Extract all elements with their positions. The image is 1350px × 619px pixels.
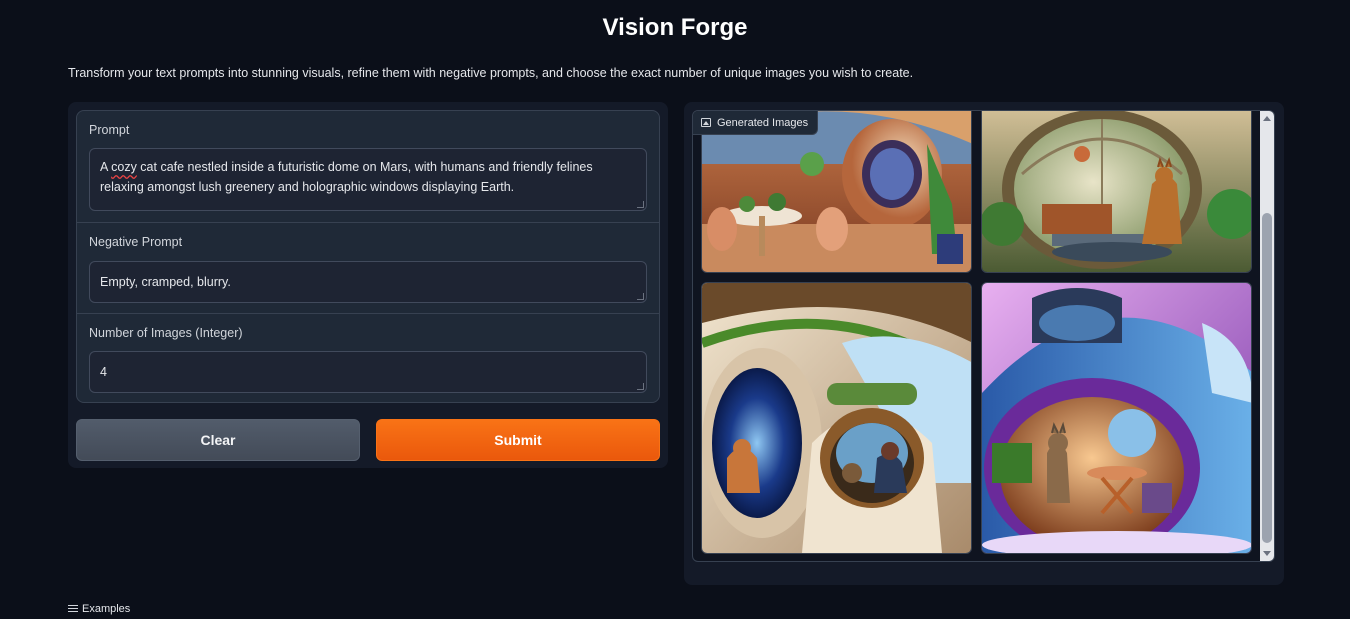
prompt-input[interactable]: A cozy cat cafe nestled inside a futuris… bbox=[89, 148, 647, 211]
generated-image-4[interactable] bbox=[981, 282, 1252, 554]
negative-prompt-label: Negative Prompt bbox=[89, 235, 183, 249]
form-box: Prompt A cozy cat cafe nestled inside a … bbox=[76, 110, 660, 403]
scroll-thumb[interactable] bbox=[1262, 213, 1272, 543]
negative-prompt-field: Negative Prompt Empty, cramped, blurry. bbox=[77, 222, 659, 313]
num-images-label: Number of Images (Integer) bbox=[89, 326, 243, 340]
app-title: Vision Forge bbox=[602, 14, 748, 41]
prompt-field: Prompt A cozy cat cafe nestled inside a … bbox=[77, 111, 659, 222]
generated-image-2[interactable] bbox=[981, 111, 1252, 273]
examples-toggle[interactable]: Examples bbox=[68, 603, 130, 615]
scroll-up-arrow-icon[interactable] bbox=[1263, 116, 1271, 121]
list-icon bbox=[68, 605, 78, 613]
scroll-down-arrow-icon[interactable] bbox=[1263, 551, 1271, 556]
gallery-label: Generated Images bbox=[693, 111, 819, 135]
misspelled-word: cozy bbox=[111, 160, 137, 174]
prompt-label: Prompt bbox=[89, 123, 130, 137]
input-panel: Prompt A cozy cat cafe nestled inside a … bbox=[68, 102, 668, 468]
prompt-line-2: relaxing amongst lush greenery and holog… bbox=[100, 180, 515, 194]
submit-button[interactable]: Submit bbox=[376, 419, 660, 461]
generated-image-3[interactable] bbox=[701, 282, 972, 554]
num-images-input[interactable]: 4 bbox=[89, 351, 647, 393]
image-gallery[interactable]: Generated Images bbox=[692, 110, 1275, 562]
generated-image-3-art bbox=[702, 283, 971, 553]
num-images-field: Number of Images (Integer) 4 bbox=[77, 313, 659, 402]
clear-button[interactable]: Clear bbox=[76, 419, 360, 461]
generated-image-2-art bbox=[982, 111, 1251, 272]
prompt-line-1: A cozy cat cafe nestled inside a futuris… bbox=[100, 160, 593, 174]
app-description: Transform your text prompts into stunnin… bbox=[68, 66, 914, 80]
output-panel: Generated Images bbox=[684, 102, 1284, 585]
generated-image-4-art bbox=[982, 283, 1251, 553]
negative-prompt-input[interactable]: Empty, cramped, blurry. bbox=[89, 261, 647, 303]
gallery-scrollbar[interactable] bbox=[1260, 111, 1274, 561]
image-icon bbox=[701, 118, 711, 127]
examples-label: Examples bbox=[82, 603, 131, 615]
